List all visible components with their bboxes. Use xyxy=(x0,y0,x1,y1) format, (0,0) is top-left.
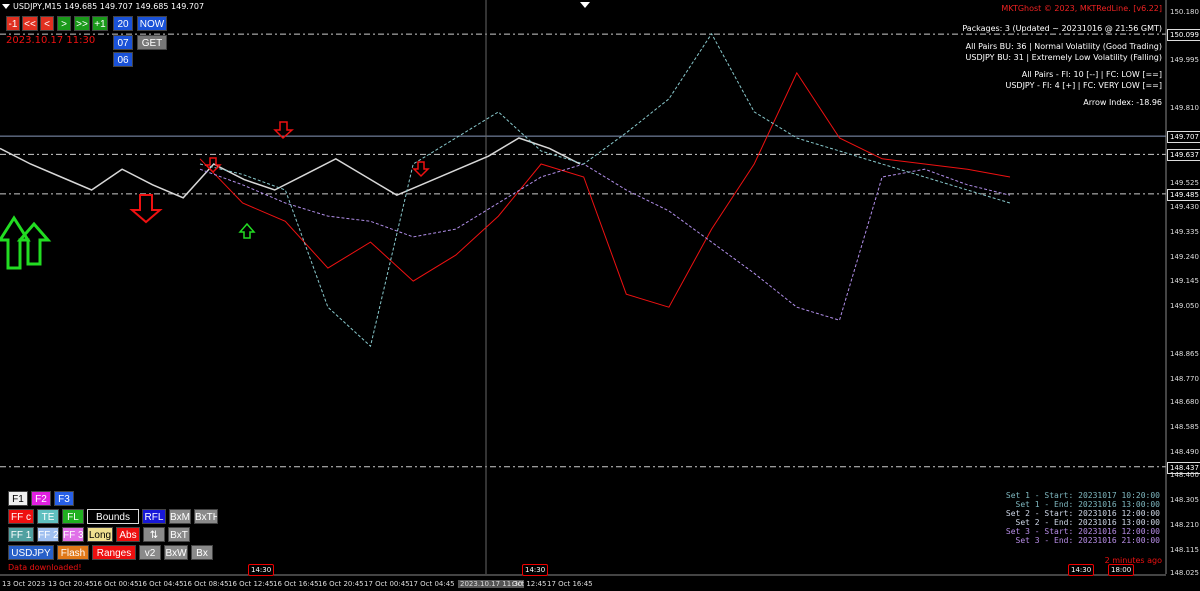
panel-button[interactable]: TE xyxy=(37,509,59,524)
chart-menu-icon[interactable] xyxy=(2,4,10,9)
panel-button[interactable]: FF 2 xyxy=(37,527,59,542)
nav-button[interactable]: GET xyxy=(137,35,167,50)
price-tick-label: 148.865 xyxy=(1170,350,1199,359)
time-tick-label: 13 Oct 2023 xyxy=(2,580,46,588)
price-tick-label: 148.305 xyxy=(1170,496,1199,505)
time-marker-label: 14:30 xyxy=(522,564,549,576)
time-tick-label: 13 Oct 20:45 xyxy=(48,580,94,588)
price-tick-label: 150.180 xyxy=(1170,8,1199,17)
panel-button[interactable]: v2 xyxy=(139,545,161,560)
price-tick-label: 149.050 xyxy=(1170,302,1199,311)
nav-button[interactable]: 06 xyxy=(113,52,133,67)
price-tick-label: 148.680 xyxy=(1170,398,1199,407)
price-tick-label: 148.770 xyxy=(1170,375,1199,384)
nav-button[interactable]: << xyxy=(22,16,38,31)
panel-button[interactable]: F2 xyxy=(31,491,51,506)
time-tick-label: 16 Oct 12:45 xyxy=(228,580,274,588)
panel-button[interactable]: Flash xyxy=(57,545,89,560)
nav-button[interactable]: < xyxy=(40,16,54,31)
nav-button[interactable]: >> xyxy=(74,16,90,31)
set-info-line: Set 1 - Start: 20231017 10:20:00 xyxy=(1005,491,1160,500)
time-tick-label: 17 Oct 16:45 xyxy=(547,580,593,588)
panel-button[interactable]: Abs xyxy=(116,527,140,542)
panel-button[interactable]: BxT xyxy=(168,527,190,542)
panel-button[interactable]: USDJPY xyxy=(8,545,54,560)
time-marker-label: 14:30 xyxy=(1068,564,1095,576)
price-tick-label: 149.145 xyxy=(1170,277,1199,286)
data-downloaded-text: Data downloaded! xyxy=(8,563,82,572)
packages-text: Packages: 3 (Updated ~ 20231016 @ 21:56 … xyxy=(962,24,1162,33)
time-tick-label: 17 Oct 04:45 xyxy=(409,580,455,588)
nav-button[interactable]: +1 xyxy=(92,16,108,31)
usdjpy-bu-text: USDJPY BU: 31 | Extremely Low Volatility… xyxy=(965,53,1162,62)
panel-button[interactable]: RFL xyxy=(142,509,166,524)
panel-button[interactable]: Bx xyxy=(191,545,213,560)
all-pairs-fi-text: All Pairs - FI: 10 [--] | FC: LOW [==] xyxy=(1021,70,1162,79)
panel-button[interactable]: FF 3 xyxy=(62,527,84,542)
time-tick-label: 16 Oct 20:45 xyxy=(318,580,364,588)
set-info-line: Set 3 - End: 20231016 21:00:00 xyxy=(1015,536,1161,545)
price-tick-label: 148.400 xyxy=(1170,471,1199,480)
price-tick-label: 149.995 xyxy=(1170,56,1199,65)
panel-button[interactable]: FL xyxy=(62,509,84,524)
panel-button[interactable]: Bounds xyxy=(87,509,139,524)
price-tick-label: 148.025 xyxy=(1170,569,1199,577)
price-tick-label: 149.525 xyxy=(1170,178,1199,187)
time-tick-label: Oct 12:45 xyxy=(512,580,547,588)
chart-symbol-header: USDJPY,M15 149.685 149.707 149.685 149.7… xyxy=(2,2,204,11)
set-info-line: Set 2 - Start: 20231016 12:00:00 xyxy=(1005,509,1160,518)
price-tick-label: 148.490 xyxy=(1170,447,1199,456)
panel-button[interactable]: FF c xyxy=(8,509,34,524)
current-datetime-label: 2023.10.17 11:30 xyxy=(6,35,96,46)
nav-button[interactable]: NOW xyxy=(137,16,167,31)
time-marker-label: 14:30 xyxy=(248,564,275,576)
time-marker-label: 18:00 xyxy=(1108,564,1135,576)
time-tick-label: 17 Oct 00:45 xyxy=(364,580,410,588)
set-info-line: Set 3 - Start: 20231016 12:00:00 xyxy=(1005,527,1160,536)
time-tick-label: 16 Oct 04:45 xyxy=(138,580,184,588)
set-info-line: Set 1 - End: 20231016 13:00:00 xyxy=(1015,500,1161,509)
price-tick-label: 149.335 xyxy=(1170,227,1199,236)
copyright-text: MKTGhost © 2023, MKTRedLine. [v6.22] xyxy=(1001,4,1162,13)
symbol-ohlc-line: USDJPY,M15 149.685 149.707 149.685 149.7… xyxy=(13,2,205,11)
panel-button[interactable]: Ranges xyxy=(92,545,136,560)
panel-button[interactable]: BxM xyxy=(169,509,191,524)
time-tick-label: 16 Oct 16:45 xyxy=(273,580,319,588)
time-tick-label: 16 Oct 08:45 xyxy=(183,580,229,588)
nav-button[interactable]: > xyxy=(57,16,71,31)
price-level-label: 149.707 xyxy=(1167,131,1200,144)
panel-button[interactable]: F1 xyxy=(8,491,28,506)
arrow-index-text: Arrow Index: -18.96 xyxy=(1083,98,1162,107)
nav-button[interactable]: -1 xyxy=(6,16,20,31)
usdjpy-fi-text: USDJPY - FI: 4 [+] | FC: VERY LOW [==] xyxy=(1005,81,1162,90)
panel-button[interactable]: ⇅ xyxy=(143,527,165,542)
panel-button[interactable]: BxTH xyxy=(194,509,218,524)
price-tick-label: 149.810 xyxy=(1170,104,1199,113)
chart-options-icon[interactable] xyxy=(580,2,590,8)
price-tick-label: 148.585 xyxy=(1170,423,1199,432)
price-tick-label: 148.115 xyxy=(1170,545,1199,554)
price-level-label: 149.637 xyxy=(1167,149,1200,162)
price-tick-label: 149.430 xyxy=(1170,203,1199,212)
panel-button[interactable]: BxW xyxy=(164,545,188,560)
price-level-label: 149.485 xyxy=(1167,188,1200,201)
nav-button[interactable]: 07 xyxy=(113,35,133,50)
price-level-label: 150.099 xyxy=(1167,29,1200,42)
time-tick-label: 16 Oct 00:45 xyxy=(93,580,139,588)
all-pairs-bu-text: All Pairs BU: 36 | Normal Volatility (Go… xyxy=(965,42,1162,51)
set-info-line: Set 2 - End: 20231016 13:00:00 xyxy=(1015,518,1161,527)
price-tick-label: 148.210 xyxy=(1170,520,1199,529)
price-tick-label: 149.240 xyxy=(1170,252,1199,261)
nav-button[interactable]: 20 xyxy=(113,16,133,31)
panel-button[interactable]: Long xyxy=(87,527,113,542)
panel-button[interactable]: F3 xyxy=(54,491,74,506)
panel-button[interactable]: FF 1 xyxy=(8,527,34,542)
